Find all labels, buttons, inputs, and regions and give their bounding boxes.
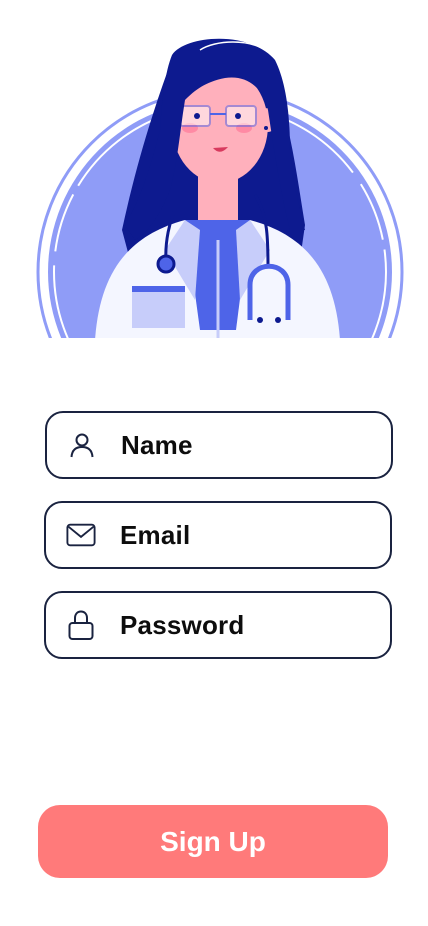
password-field-label: Password bbox=[120, 609, 245, 640]
lock-icon bbox=[66, 610, 96, 640]
name-field-label: Name bbox=[121, 429, 193, 460]
doctor-illustration bbox=[0, 0, 428, 340]
mail-icon bbox=[66, 520, 96, 550]
user-icon bbox=[67, 430, 97, 460]
email-field[interactable]: Email bbox=[44, 501, 392, 569]
email-field-label: Email bbox=[120, 519, 191, 550]
name-field[interactable]: Name bbox=[45, 411, 393, 479]
sign-up-button[interactable]: Sign Up bbox=[38, 805, 388, 878]
password-field[interactable]: Password bbox=[44, 591, 392, 659]
